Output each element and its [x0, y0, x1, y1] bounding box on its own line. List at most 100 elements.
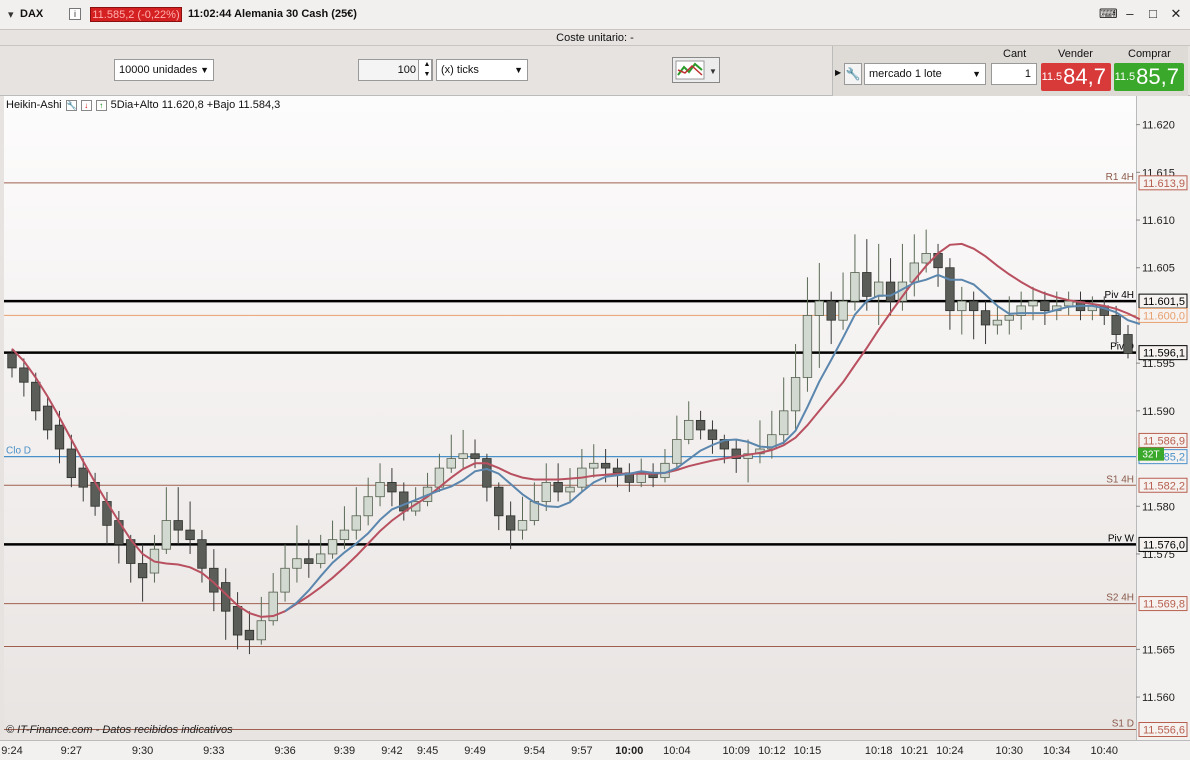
- quantity-input[interactable]: 1: [991, 63, 1037, 85]
- symbol-label: DAX: [20, 8, 44, 20]
- indicators-button[interactable]: ▼: [672, 57, 720, 83]
- x-tick-label: 9:54: [524, 745, 545, 757]
- candle-body: [102, 501, 112, 526]
- units-select[interactable]: 10000 unidades ▼: [114, 59, 214, 81]
- x-tick-label: 10:00: [615, 745, 643, 757]
- x-tick-label: 9:39: [334, 745, 355, 757]
- units-value: 10000 unidades: [119, 64, 198, 76]
- candle-body: [684, 419, 694, 440]
- buy-price: 85,7: [1136, 64, 1179, 89]
- level-name-label: R1 4H: [1106, 172, 1134, 183]
- candle-body: [553, 481, 563, 493]
- candle-body: [802, 315, 813, 378]
- timeframe-badge-label: 32T: [1142, 450, 1159, 461]
- info-icon[interactable]: i: [69, 8, 81, 20]
- x-tick-label: 10:24: [936, 745, 964, 757]
- candle-body: [399, 491, 409, 512]
- sell-label: Vender: [1058, 48, 1093, 60]
- candle-body: [672, 439, 682, 464]
- candle-body: [470, 453, 480, 459]
- candle-body: [1028, 300, 1038, 307]
- candle-body: [589, 462, 599, 469]
- title-bar: ▾ DAX i 11.585,2 (-0,22%) 11:02:44 Alema…: [0, 0, 1190, 30]
- buy-arrow-icon[interactable]: ↑: [95, 99, 107, 111]
- level-name-label: Clo D: [6, 446, 31, 457]
- x-tick-label: 9:27: [61, 745, 82, 757]
- candle-body: [862, 272, 872, 297]
- x-tick-label: 9:42: [381, 745, 402, 757]
- candle-body: [327, 539, 338, 555]
- order-type-select[interactable]: mercado 1 lote ▼: [864, 63, 986, 85]
- candle-body: [7, 353, 17, 369]
- y-tick-label: 11.580: [1142, 501, 1175, 513]
- candle-body: [137, 563, 148, 579]
- buy-button[interactable]: 11.585,7: [1114, 63, 1184, 91]
- ticks-unit-select[interactable]: (x) ticks ▼: [436, 59, 528, 81]
- x-tick-label: 10:30: [996, 745, 1024, 757]
- price-badge: 11.585,2 (-0,22%): [90, 7, 182, 22]
- price-level-label: 11.600,0: [1143, 310, 1185, 322]
- candle-body: [280, 567, 290, 593]
- sell-arrow-icon[interactable]: ↓: [80, 99, 92, 111]
- x-tick-label: 9:36: [274, 745, 295, 757]
- y-tick-label: 11.605: [1142, 263, 1175, 275]
- candle-body: [339, 529, 350, 541]
- window-title: 11:02:44 Alemania 30 Cash (25€): [188, 8, 357, 20]
- candle-body: [66, 448, 77, 479]
- expand-arrow-icon[interactable]: ▶: [835, 68, 841, 77]
- candle-body: [173, 520, 183, 531]
- keyboard-icon[interactable]: ⌨: [1099, 6, 1118, 22]
- price-level-label: 11.586,9: [1143, 435, 1185, 447]
- maximize-icon[interactable]: □: [1145, 6, 1161, 22]
- price-level-label: 11.569,8: [1143, 599, 1185, 611]
- level-name-label: Piv W: [1108, 533, 1135, 544]
- candle-body: [494, 486, 504, 517]
- wrench-icon[interactable]: 🔧: [844, 63, 862, 85]
- candle-body: [387, 481, 397, 493]
- candle-body: [197, 539, 207, 569]
- level-name-label: S1 D: [1112, 719, 1134, 730]
- candle-body: [945, 267, 955, 312]
- candle-body: [363, 496, 373, 517]
- x-tick-label: 9:57: [571, 745, 592, 757]
- level-name-label: Piv 4H: [1105, 290, 1134, 301]
- candle-body: [850, 272, 860, 302]
- price-level-label: 11.556,6: [1143, 725, 1185, 737]
- candle-body: [838, 300, 848, 321]
- minimize-icon[interactable]: –: [1122, 6, 1138, 22]
- candle-body: [826, 300, 836, 321]
- price-level-label: 11.601,5: [1143, 296, 1185, 308]
- price-level-label: 11.582,2: [1143, 480, 1185, 492]
- candle-body: [244, 629, 255, 641]
- indicators-icon: ▼: [675, 60, 717, 80]
- sell-price-prefix: 11.5: [1041, 71, 1063, 83]
- order-toolbar: 10000 unidades ▼ 100 ▲ ▼ (x) ticks ▼ ▼ ▶ 🔧 …: [0, 46, 1190, 96]
- x-tick-label: 10:40: [1090, 745, 1118, 757]
- order-type-value: mercado 1 lote: [869, 68, 942, 80]
- candle-body: [256, 620, 266, 641]
- sell-price: 84,7: [1063, 64, 1106, 89]
- candle-body: [54, 424, 65, 450]
- level-name-label: S2 4H: [1106, 593, 1134, 604]
- candle-body: [814, 300, 824, 316]
- x-tick-label: 9:49: [464, 745, 485, 757]
- candle-body: [185, 529, 195, 541]
- sell-button[interactable]: 11.584,7: [1041, 63, 1111, 91]
- wrench-icon[interactable]: 🔧: [65, 99, 77, 111]
- candlestick-chart: 11.62011.61511.61011.60511.59511.59011.5…: [1, 120, 1188, 757]
- candle-body: [19, 367, 29, 383]
- collapse-chevron-icon[interactable]: ▾: [8, 8, 14, 21]
- candle-body: [957, 300, 967, 312]
- price-level-label: 11.613,9: [1143, 178, 1185, 190]
- candle-body: [565, 486, 575, 493]
- ticks-unit-value: (x) ticks: [441, 64, 479, 76]
- x-tick-label: 9:45: [417, 745, 438, 757]
- window-controls: ⌨ – □ ✕: [1095, 6, 1184, 22]
- candle-body: [790, 377, 801, 412]
- x-tick-label: 9:24: [1, 745, 22, 757]
- ticks-stepper[interactable]: ▲ ▼: [418, 59, 432, 81]
- chart-legend: Heikin-Ashi 🔧 ↓ ↑ 5Dia+Alto 11.620,8 +Ba…: [6, 98, 280, 112]
- candle-body: [351, 515, 361, 531]
- chart-type-label: Heikin-Ashi: [6, 99, 62, 111]
- close-icon[interactable]: ✕: [1168, 6, 1184, 22]
